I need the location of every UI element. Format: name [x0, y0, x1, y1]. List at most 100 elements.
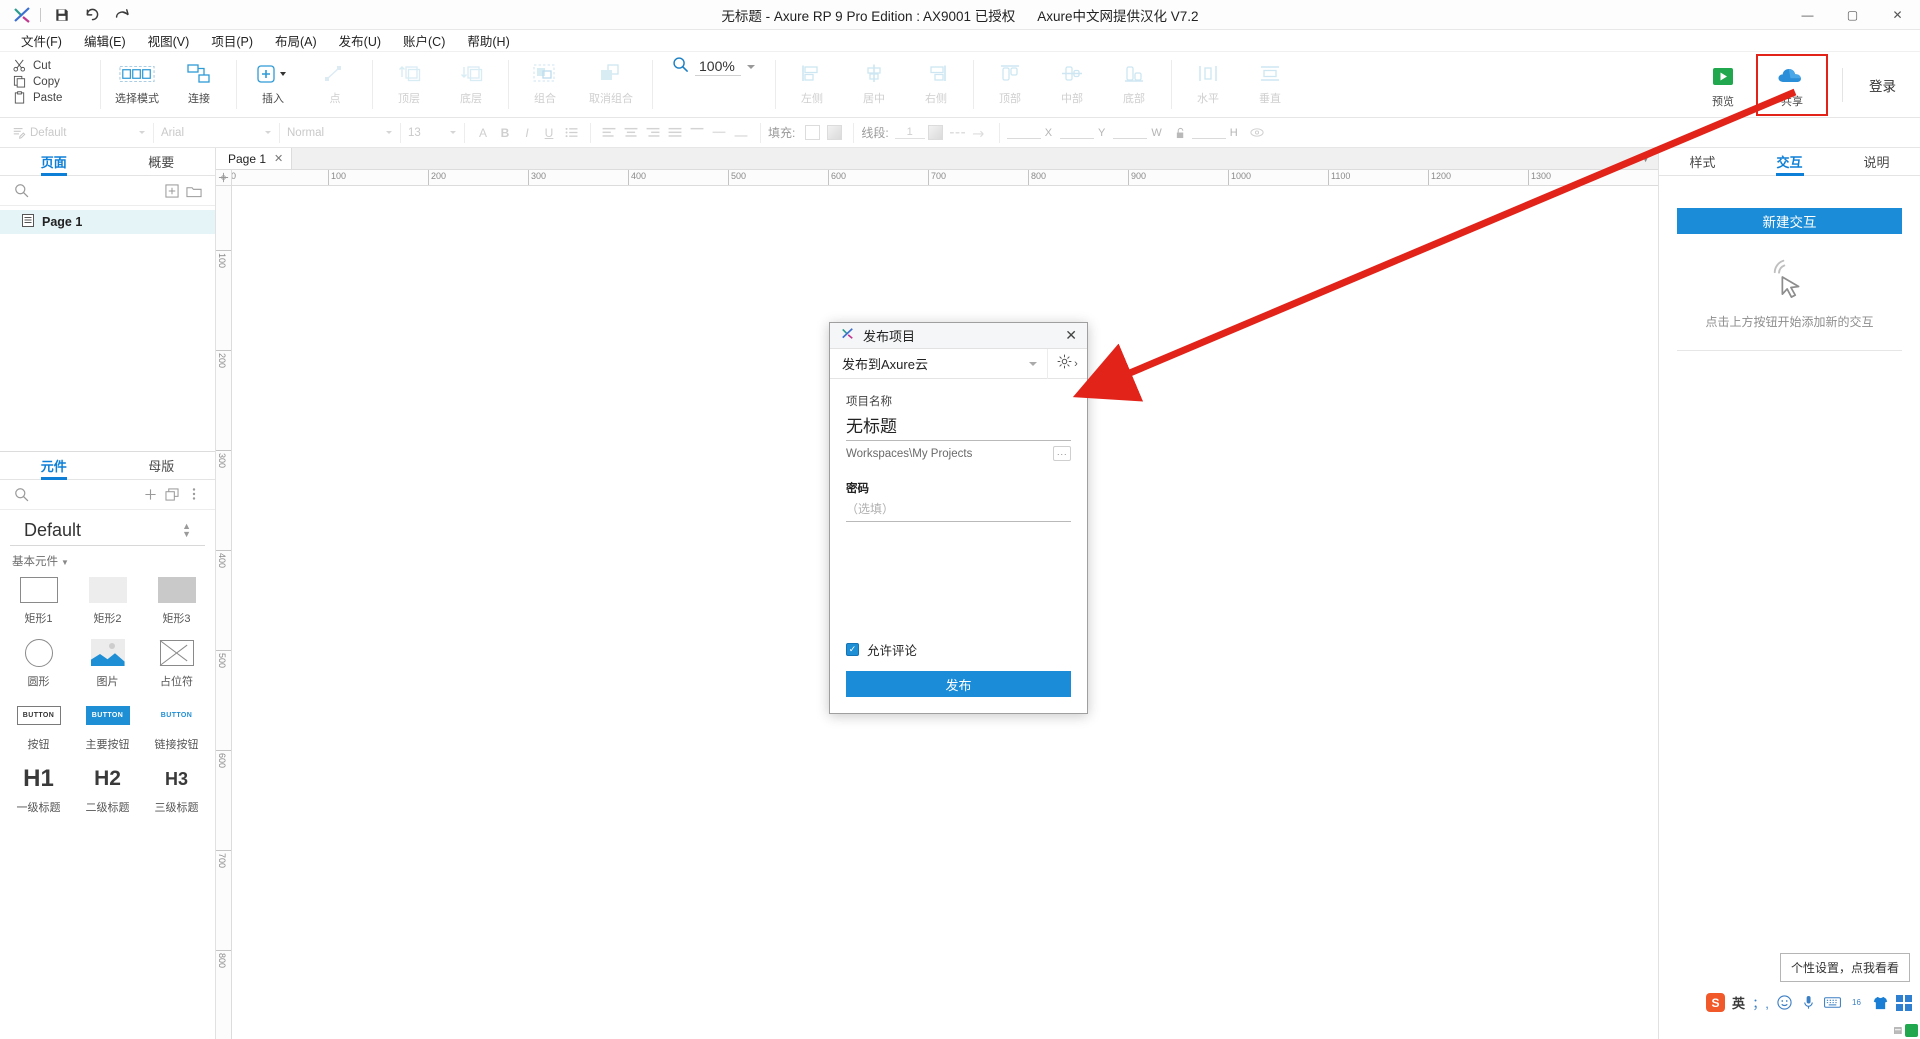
- ime-skin-icon[interactable]: [1872, 994, 1889, 1011]
- widget-primary-button[interactable]: BUTTON 主要按钮: [73, 701, 142, 752]
- italic-icon[interactable]: I: [516, 123, 538, 143]
- sogou-logo-icon[interactable]: S: [1705, 993, 1725, 1012]
- menu-publish[interactable]: 发布(U): [328, 29, 392, 52]
- insert-button[interactable]: 插入: [242, 56, 304, 108]
- widget-rect2[interactable]: 矩形2: [73, 575, 142, 626]
- share-button[interactable]: 共享: [1761, 59, 1823, 111]
- underline-icon[interactable]: U: [538, 123, 560, 143]
- widget-h1[interactable]: H1 一级标题: [4, 764, 73, 815]
- publish-target-select[interactable]: 发布到Axure云: [830, 354, 1047, 373]
- ime-punctuation-icon[interactable]: ；,: [1752, 994, 1769, 1011]
- new-interaction-button[interactable]: 新建交互: [1677, 208, 1902, 234]
- vertical-align-top-icon[interactable]: [686, 123, 708, 143]
- distribute-v-button[interactable]: 垂直: [1239, 56, 1301, 108]
- widget-rect3[interactable]: 矩形3: [142, 575, 211, 626]
- password-input[interactable]: （选填）: [846, 497, 1071, 522]
- copy-button[interactable]: Copy: [10, 74, 86, 89]
- tab-widgets[interactable]: 元件: [0, 452, 108, 479]
- visibility-eye-icon[interactable]: [1246, 123, 1268, 143]
- widget-h3[interactable]: H3 三级标题: [142, 764, 211, 815]
- send-back-button[interactable]: 底层: [440, 56, 502, 108]
- line-arrow-icon[interactable]: [969, 123, 991, 143]
- w-input[interactable]: [1113, 126, 1148, 139]
- widget-category-header[interactable]: 基本元件 ▼: [0, 546, 215, 573]
- ungroup-button[interactable]: 取消组合: [576, 56, 646, 108]
- add-folder-icon[interactable]: [183, 180, 205, 202]
- horizontal-ruler[interactable]: 0 100 200 300 400 500 600 700 800 900 1000 1100 1200…: [216, 170, 1658, 186]
- ime-mode-label[interactable]: 英: [1732, 993, 1745, 1012]
- style-select[interactable]: Default: [30, 123, 145, 143]
- font-color-icon[interactable]: A: [472, 123, 494, 143]
- browse-workspace-button[interactable]: ···: [1053, 446, 1071, 461]
- bold-icon[interactable]: B: [494, 123, 516, 143]
- bullet-list-icon[interactable]: [560, 123, 582, 143]
- align-bottom-button[interactable]: 底部: [1103, 56, 1165, 108]
- add-library-icon[interactable]: [139, 483, 161, 505]
- close-button[interactable]: ✕: [1875, 0, 1920, 30]
- ime-emoji-icon[interactable]: [1776, 994, 1793, 1011]
- vertical-align-middle-icon[interactable]: [708, 123, 730, 143]
- publish-settings-button[interactable]: ›: [1047, 348, 1087, 379]
- tab-scroll-chevron-icon[interactable]: ▼: [1641, 148, 1658, 169]
- search-icon[interactable]: [10, 180, 32, 202]
- tab-outline[interactable]: 概要: [108, 148, 216, 175]
- save-icon[interactable]: [47, 1, 77, 29]
- login-button[interactable]: 登录: [1859, 69, 1906, 101]
- widget-link-button[interactable]: BUTTON 链接按钮: [142, 701, 211, 752]
- page-item-page1[interactable]: Page 1: [0, 210, 215, 234]
- font-size-select[interactable]: 13: [408, 123, 456, 143]
- search-icon[interactable]: [10, 483, 32, 505]
- align-left-button[interactable]: 左侧: [781, 56, 843, 108]
- widget-circle[interactable]: 圆形: [4, 638, 73, 689]
- align-text-right-icon[interactable]: [642, 123, 664, 143]
- ruler-origin[interactable]: [216, 170, 232, 186]
- library-select[interactable]: Default ▲ ▼: [10, 514, 205, 546]
- menu-layout[interactable]: 布局(A): [264, 29, 328, 52]
- menu-help[interactable]: 帮助(H): [456, 29, 520, 52]
- lock-aspect-icon[interactable]: [1170, 123, 1192, 143]
- ime-apps-icon[interactable]: [1896, 994, 1912, 1011]
- widget-button[interactable]: BUTTON 按钮: [4, 701, 73, 752]
- minimize-button[interactable]: —: [1785, 0, 1830, 30]
- zoom-value[interactable]: 100%: [695, 58, 741, 76]
- menu-project[interactable]: 项目(P): [200, 29, 264, 52]
- h-input[interactable]: [1191, 126, 1226, 139]
- publish-button[interactable]: 发布: [846, 671, 1071, 697]
- group-button[interactable]: 组合: [514, 56, 576, 108]
- project-name-input[interactable]: 无标题: [846, 410, 1071, 441]
- add-page-icon[interactable]: [161, 180, 183, 202]
- maximize-button[interactable]: ▢: [1830, 0, 1875, 30]
- library-more-icon[interactable]: [183, 483, 205, 505]
- fill-gradient-swatch[interactable]: [823, 123, 845, 143]
- cut-button[interactable]: Cut: [10, 58, 86, 73]
- tab-pages[interactable]: 页面: [0, 148, 108, 175]
- align-text-justify-icon[interactable]: [664, 123, 686, 143]
- ime-keyboard-icon[interactable]: [1824, 994, 1841, 1011]
- widget-placeholder[interactable]: 占位符: [142, 638, 211, 689]
- align-text-left-icon[interactable]: [598, 123, 620, 143]
- zoom-chevron-down-icon[interactable]: [747, 65, 755, 69]
- align-top-button[interactable]: 顶部: [979, 56, 1041, 108]
- paste-button[interactable]: Paste: [10, 90, 86, 105]
- tab-notes[interactable]: 说明: [1833, 148, 1920, 175]
- widget-rect1[interactable]: 矩形1: [4, 575, 73, 626]
- allow-comments-checkbox[interactable]: ✓: [846, 643, 859, 656]
- close-icon[interactable]: ✕: [274, 152, 283, 165]
- menu-account[interactable]: 账户(C): [392, 29, 456, 52]
- ime-microphone-icon[interactable]: [1800, 994, 1817, 1011]
- font-select[interactable]: Arial: [161, 123, 271, 143]
- dialog-close-icon[interactable]: ✕: [1061, 327, 1081, 344]
- x-input[interactable]: [1006, 126, 1041, 139]
- tab-masters[interactable]: 母版: [108, 452, 216, 479]
- widget-image[interactable]: 图片: [73, 638, 142, 689]
- vertical-align-bottom-icon[interactable]: [730, 123, 752, 143]
- menu-view[interactable]: 视图(V): [137, 29, 201, 52]
- menu-file[interactable]: 文件(F): [10, 29, 73, 52]
- select-mode-button[interactable]: 选择模式: [106, 56, 168, 108]
- line-style-icon[interactable]: [947, 123, 969, 143]
- y-input[interactable]: [1060, 126, 1095, 139]
- align-center-button[interactable]: 居中: [843, 56, 905, 108]
- menu-edit[interactable]: 编辑(E): [73, 29, 137, 52]
- canvas-tab-page1[interactable]: Page 1 ✕: [216, 148, 293, 169]
- preview-button[interactable]: 预览: [1692, 59, 1754, 111]
